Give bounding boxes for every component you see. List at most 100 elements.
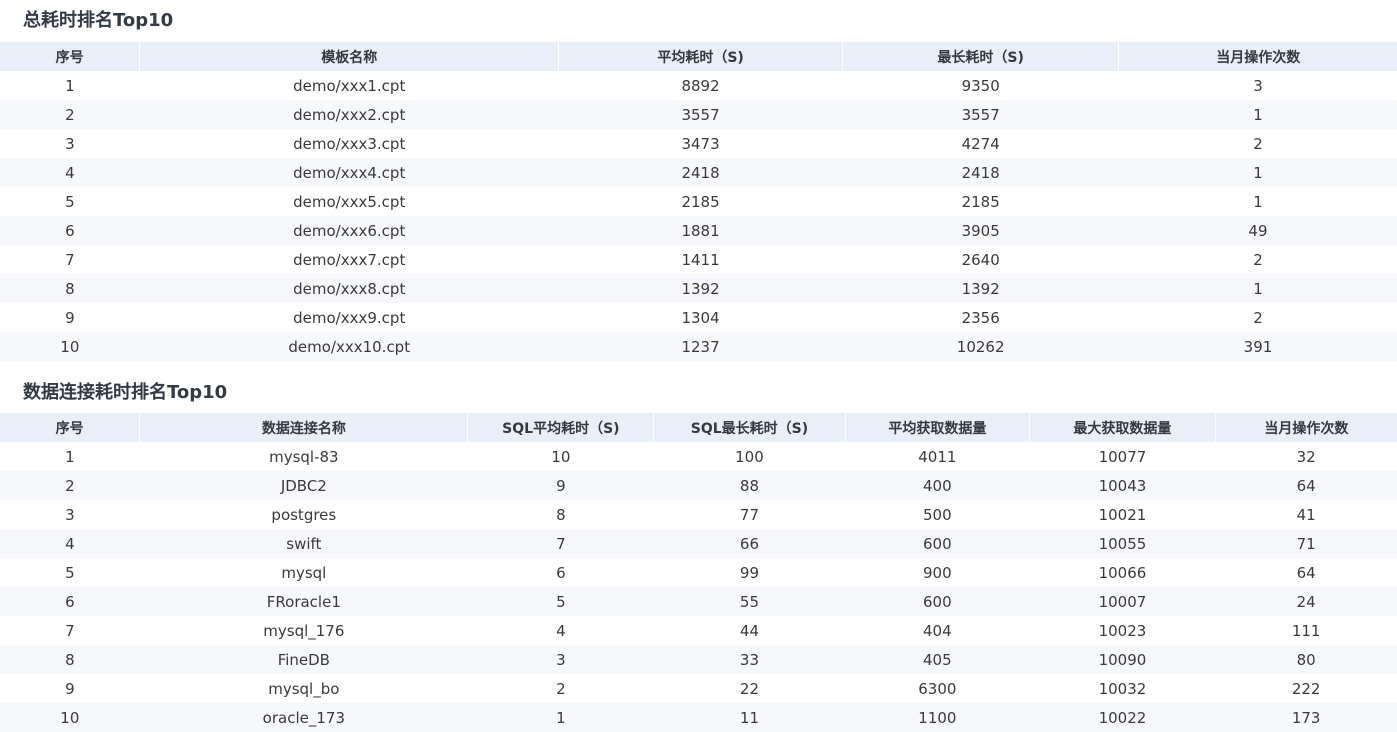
table-cell: 3473 [558,129,843,158]
table-cell: 3557 [842,100,1119,129]
table-cell: 9350 [842,71,1119,100]
table-cell: 600 [845,587,1030,616]
table-row[interactable]: 8 FineDB 3 33 405 10090 80 [0,645,1397,674]
table-cell: 2 [1118,129,1397,158]
table-row[interactable]: 5 demo/xxx5.cpt 2185 2185 1 [0,187,1397,216]
column-header[interactable]: 当月操作次数 [1118,42,1397,71]
table-cell: 2 [1118,245,1397,274]
datasource-time-table: 序号 数据连接名称 SQL平均耗时（S) SQL最长耗时（S) 平均获取数据量 … [0,413,1397,732]
table-cell: 6 [0,587,140,616]
column-header[interactable]: 序号 [0,42,141,71]
section-title-datasource-time: 数据连接耗时排名Top10 [23,382,228,403]
table-cell: 1 [1118,158,1397,187]
table-cell: 8 [0,274,140,303]
table-cell: 10055 [1029,529,1216,558]
table-cell: 64 [1215,471,1397,500]
table-row[interactable]: 3 demo/xxx3.cpt 3473 4274 2 [0,129,1397,158]
table-cell: 1 [0,442,140,471]
table-cell: 8 [467,500,654,529]
table-cell: 1304 [558,303,843,332]
table-cell: 10022 [1029,703,1216,732]
table-cell: 9 [467,471,654,500]
table-row[interactable]: 4 demo/xxx4.cpt 2418 2418 1 [0,158,1397,187]
table-row[interactable]: 3 postgres 8 77 500 10021 41 [0,500,1397,529]
table-row[interactable]: 9 demo/xxx9.cpt 1304 2356 2 [0,303,1397,332]
column-header[interactable]: 最长耗时（S) [842,42,1120,71]
table-cell: 10262 [842,332,1119,361]
table-row[interactable]: 6 FRoracle1 5 55 600 10007 24 [0,587,1397,616]
table-row[interactable]: 4 swift 7 66 600 10055 71 [0,529,1397,558]
table-cell: 10090 [1029,645,1216,674]
table-row[interactable]: 1 mysql-83 10 100 4011 10077 32 [0,442,1397,471]
table-cell: 2 [467,674,654,703]
table-cell: 4011 [845,442,1030,471]
table-cell: 3557 [558,100,843,129]
table-row[interactable]: 1 demo/xxx1.cpt 8892 9350 3 [0,71,1397,100]
table-row[interactable]: 7 demo/xxx7.cpt 1411 2640 2 [0,245,1397,274]
table-cell: 55 [653,587,846,616]
table-cell: 1100 [845,703,1030,732]
column-header[interactable]: 平均获取数据量 [845,413,1031,442]
section-total-time: 总耗时排名Top10 序号 模板名称 平均耗时（S) 最长耗时（S) 当月操作次… [0,0,1397,361]
table-cell: 1 [1118,187,1397,216]
table-cell: 7 [0,245,140,274]
table-cell: mysql-83 [139,442,468,471]
table-cell: 6300 [845,674,1030,703]
table-cell: 6 [467,558,654,587]
table-cell: JDBC2 [139,471,468,500]
table-cell: 500 [845,500,1030,529]
table-row[interactable]: 5 mysql 6 99 900 10066 64 [0,558,1397,587]
column-header[interactable]: 平均耗时（S) [558,42,843,71]
table-cell: 33 [653,645,846,674]
table-cell: demo/xxx6.cpt [139,216,559,245]
table-cell: 900 [845,558,1030,587]
column-header[interactable]: 当月操作次数 [1215,413,1397,442]
table-cell: 88 [653,471,846,500]
table-cell: 2640 [842,245,1119,274]
table-cell: 2185 [558,187,843,216]
column-header[interactable]: 模板名称 [139,42,560,71]
table-cell: 24 [1215,587,1397,616]
table-cell: 404 [845,616,1030,645]
table-cell: 44 [653,616,846,645]
table-cell: 2418 [842,158,1119,187]
table-cell: 8 [0,645,140,674]
column-header[interactable]: 序号 [0,413,141,442]
table-row[interactable]: 8 demo/xxx8.cpt 1392 1392 1 [0,274,1397,303]
table-cell: 22 [653,674,846,703]
table-cell: mysql [139,558,468,587]
column-header[interactable]: 最大获取数据量 [1029,413,1216,442]
table-cell: 600 [845,529,1030,558]
table-row[interactable]: 9 mysql_bo 2 22 6300 10032 222 [0,674,1397,703]
table-cell: 77 [653,500,846,529]
table-row[interactable]: 6 demo/xxx6.cpt 1881 3905 49 [0,216,1397,245]
table-row[interactable]: 7 mysql_176 4 44 404 10023 111 [0,616,1397,645]
table-cell: mysql_bo [139,674,468,703]
table-cell: demo/xxx3.cpt [139,129,559,158]
column-header[interactable]: SQL平均耗时（S) [467,413,655,442]
section-title-total-time: 总耗时排名Top10 [23,10,174,31]
table-header-row: 序号 数据连接名称 SQL平均耗时（S) SQL最长耗时（S) 平均获取数据量 … [0,413,1397,442]
table-cell: 10021 [1029,500,1216,529]
table-row[interactable]: 2 demo/xxx2.cpt 3557 3557 1 [0,100,1397,129]
table-cell: 1392 [842,274,1119,303]
table-cell: 4 [0,158,140,187]
table-cell: 10077 [1029,442,1216,471]
table-cell: 2 [0,471,140,500]
table-cell: 7 [467,529,654,558]
table-cell: 1237 [558,332,843,361]
column-header[interactable]: SQL最长耗时（S) [653,413,846,442]
table-cell: 11 [653,703,846,732]
table-cell: 7 [0,616,140,645]
table-cell: 405 [845,645,1030,674]
table-cell: FineDB [139,645,468,674]
total-time-table: 序号 模板名称 平均耗时（S) 最长耗时（S) 当月操作次数 1 demo/xxx… [0,42,1397,361]
table-cell: 3 [0,129,140,158]
table-row[interactable]: 10 oracle_173 1 11 1100 10022 173 [0,703,1397,732]
column-header[interactable]: 数据连接名称 [139,413,469,442]
table-row[interactable]: 10 demo/xxx10.cpt 1237 10262 391 [0,332,1397,361]
table-cell: postgres [139,500,468,529]
table-cell: demo/xxx9.cpt [139,303,559,332]
table-row[interactable]: 2 JDBC2 9 88 400 10043 64 [0,471,1397,500]
table-cell: 10 [467,442,654,471]
